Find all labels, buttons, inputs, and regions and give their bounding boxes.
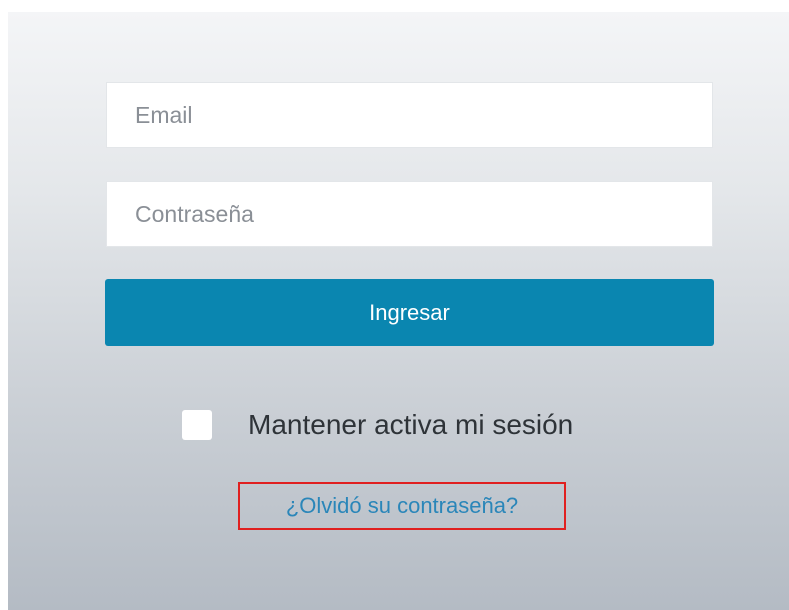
password-field[interactable] [106,181,713,247]
remember-session-row[interactable]: Mantener activa mi sesión [182,408,573,442]
remember-session-checkbox[interactable] [182,410,212,440]
remember-session-label: Mantener activa mi sesión [248,409,574,440]
login-button[interactable]: Ingresar [105,279,714,346]
password-input[interactable] [107,182,712,246]
forgot-password-highlight: ¿Olvidó su contraseña? [238,482,566,530]
email-field[interactable] [106,82,713,148]
login-panel: Ingresar Mantener activa mi sesión ¿Olvi… [8,12,789,610]
email-input[interactable] [107,83,712,147]
forgot-password-link[interactable]: ¿Olvidó su contraseña? [286,493,518,519]
